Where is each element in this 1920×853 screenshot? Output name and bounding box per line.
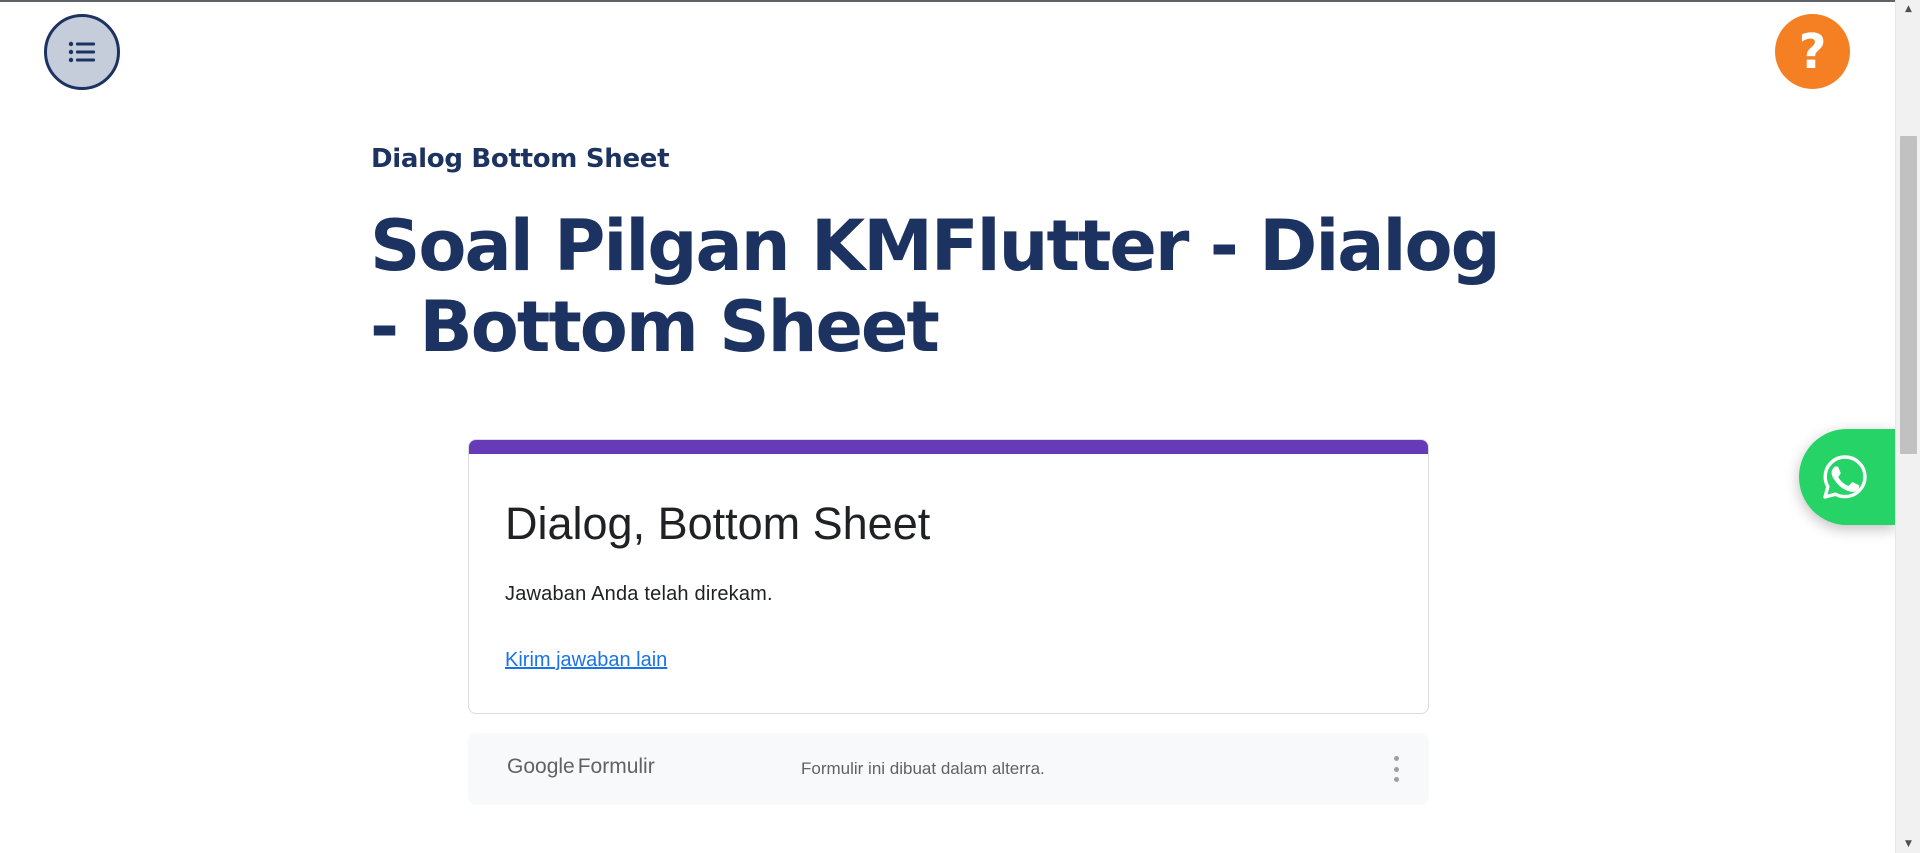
logo-google-text: Google xyxy=(507,755,575,778)
logo-product-text: Formulir xyxy=(577,755,655,778)
footer-note: Formulir ini dibuat dalam alterra. xyxy=(801,759,1045,778)
kebab-dot xyxy=(1393,777,1399,782)
kebab-dot xyxy=(1393,756,1399,761)
vertical-scrollbar[interactable]: ▲ ▼ xyxy=(1895,0,1920,853)
kebab-dot xyxy=(1393,766,1399,772)
help-button[interactable]: ? xyxy=(1775,14,1850,89)
google-form-card: Dialog, Bottom Sheet Jawaban Anda telah … xyxy=(468,439,1429,714)
google-forms-logo[interactable]: Google Formulir xyxy=(507,755,655,779)
form-title: Dialog, Bottom Sheet xyxy=(505,498,931,549)
google-form-footer: Google Formulir Formulir ini dibuat dala… xyxy=(468,733,1429,805)
page-title: Soal Pilgan KMFlutter - Dialog - Bottom … xyxy=(370,205,1501,368)
scroll-up-icon[interactable]: ▲ xyxy=(1896,0,1920,18)
submit-another-response-link[interactable]: Kirim jawaban lain xyxy=(505,649,667,672)
list-icon xyxy=(68,41,95,63)
top-border xyxy=(0,0,1920,2)
scroll-thumb[interactable] xyxy=(1900,136,1917,454)
whatsapp-button[interactable] xyxy=(1799,429,1895,525)
question-mark-icon: ? xyxy=(1798,23,1827,80)
form-confirmation-message: Jawaban Anda telah direkam. xyxy=(505,583,773,605)
whatsapp-icon xyxy=(1823,455,1867,499)
table-of-contents-button[interactable] xyxy=(44,14,120,90)
breadcrumb[interactable]: Dialog Bottom Sheet xyxy=(371,144,670,174)
more-options-icon[interactable] xyxy=(1388,753,1404,785)
scroll-down-icon[interactable]: ▼ xyxy=(1896,835,1920,853)
form-accent-bar xyxy=(469,440,1428,454)
